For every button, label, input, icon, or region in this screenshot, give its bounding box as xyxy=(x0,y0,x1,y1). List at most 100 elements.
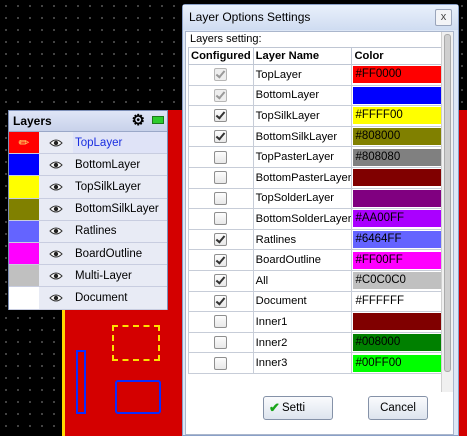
layers-panel: Layers ⚙ ✏ TopLayer BottomLayer TopSilkLaye… xyxy=(8,110,168,310)
configured-checkbox[interactable] xyxy=(214,171,228,185)
layer-item-label: Ratlines xyxy=(75,225,117,238)
eye-icon[interactable] xyxy=(39,132,73,153)
color-cell: #800000 xyxy=(351,166,448,189)
configured-checkbox[interactable] xyxy=(214,212,228,226)
configured-checkbox[interactable] xyxy=(214,274,228,288)
layers-table: Configured Layer Name Color TopLayer #FF0… xyxy=(188,47,448,374)
gear-icon[interactable]: ⚙ xyxy=(132,112,145,130)
cancel-button[interactable]: Cancel xyxy=(368,396,428,420)
layer-name-cell: TopSilkLayer xyxy=(252,105,353,127)
layer-color-swatch[interactable] xyxy=(9,154,39,176)
layer-color-swatch[interactable]: ✏ xyxy=(9,132,39,154)
configured-checkbox[interactable] xyxy=(214,109,228,123)
layer-color-swatch[interactable] xyxy=(9,198,39,220)
column-header-configured[interactable]: Configured xyxy=(188,47,254,65)
color-value[interactable]: #FFFFFF xyxy=(353,292,446,310)
color-value[interactable]: #808080 xyxy=(353,148,446,166)
layer-name-cell: BottomSolderLayer xyxy=(252,208,353,230)
color-value[interactable]: #008000 xyxy=(353,334,446,352)
eye-icon[interactable] xyxy=(39,243,73,264)
configured-cell xyxy=(188,105,254,127)
configured-checkbox[interactable] xyxy=(214,253,228,267)
trace[interactable] xyxy=(76,350,86,414)
layer-name-cell: BottomLayer xyxy=(252,84,353,107)
vertical-scrollbar[interactable] xyxy=(441,32,453,392)
configured-checkbox[interactable] xyxy=(214,336,228,350)
eye-icon[interactable] xyxy=(39,154,73,175)
layer-list: ✏ TopLayer BottomLayer TopSilkLayer BottomSi… xyxy=(9,132,167,310)
eye-icon[interactable] xyxy=(39,221,73,242)
dialog-body: Layers setting: Configured Layer Name Co… xyxy=(185,31,454,435)
color-value[interactable]: #800000 xyxy=(353,169,446,187)
layer-item[interactable]: BoardOutline xyxy=(9,242,167,266)
layer-item[interactable]: Document xyxy=(9,287,167,310)
color-value[interactable]: #800080 xyxy=(353,189,446,207)
pencil-icon: ✏ xyxy=(18,134,30,150)
layer-color-swatch[interactable] xyxy=(9,176,39,198)
layer-name-cell: TopSolderLayer xyxy=(252,187,353,210)
color-cell: #00FF00 xyxy=(351,352,448,374)
configured-cell xyxy=(188,187,254,210)
color-value[interactable]: #0000FF xyxy=(353,86,446,104)
configured-cell xyxy=(188,290,254,313)
layer-item-label: TopSilkLayer xyxy=(75,180,141,193)
eye-icon[interactable] xyxy=(39,287,73,308)
section-label: Layers setting: xyxy=(190,33,262,45)
layer-item[interactable]: BottomSilkLayer xyxy=(9,198,167,221)
minimize-icon[interactable] xyxy=(152,116,164,124)
configured-checkbox[interactable] xyxy=(214,191,228,205)
configured-cell xyxy=(188,64,254,86)
layer-item[interactable]: BottomLayer xyxy=(9,154,167,177)
layer-color-swatch[interactable] xyxy=(9,220,39,242)
settings-button[interactable]: ✔ Setti xyxy=(263,396,333,420)
color-cell: #0000FF xyxy=(351,84,448,107)
layer-color-swatch[interactable] xyxy=(9,265,39,287)
configured-checkbox[interactable] xyxy=(214,294,228,308)
color-cell: #FF0000 xyxy=(351,64,448,86)
layer-name-cell: Document xyxy=(252,290,353,313)
color-cell: #008000 xyxy=(351,331,448,354)
configured-checkbox[interactable] xyxy=(214,356,228,370)
scrollbar-thumb[interactable] xyxy=(444,34,451,372)
color-value[interactable]: #AA00FF xyxy=(353,210,446,228)
layer-color-swatch[interactable] xyxy=(9,287,39,309)
eye-icon[interactable] xyxy=(39,176,73,197)
eye-icon[interactable] xyxy=(39,199,73,220)
configured-checkbox[interactable] xyxy=(214,150,228,164)
configured-checkbox[interactable] xyxy=(214,130,228,144)
color-value[interactable]: #FF0000 xyxy=(353,66,446,84)
table-row: Ratlines #6464FF xyxy=(188,228,448,251)
color-cell: #808000 xyxy=(351,125,448,148)
settings-button-label: Setti xyxy=(282,402,306,414)
layer-item[interactable]: TopSilkLayer xyxy=(9,176,167,199)
checkmark-icon: ✔ xyxy=(269,400,280,415)
color-value[interactable]: #FFFF00 xyxy=(353,107,446,125)
table-row: TopSolderLayer #800080 xyxy=(188,187,448,210)
column-header-color[interactable]: Color xyxy=(351,47,448,65)
layer-color-swatch[interactable] xyxy=(9,242,39,265)
color-value[interactable]: #00FF00 xyxy=(353,354,446,372)
color-value[interactable]: #6464FF xyxy=(353,231,446,249)
table-row: BottomPasterLayer #800000 xyxy=(188,166,448,189)
color-value[interactable]: #808000 xyxy=(353,128,446,146)
color-value[interactable]: #FF00FF xyxy=(353,251,446,269)
layer-item[interactable]: ✏ TopLayer xyxy=(9,132,167,155)
column-header-layer-name[interactable]: Layer Name xyxy=(252,47,353,65)
layer-item[interactable]: Ratlines xyxy=(9,220,167,243)
configured-checkbox[interactable] xyxy=(214,233,228,247)
configured-cell xyxy=(188,125,254,148)
color-cell: #C0C0C0 xyxy=(351,269,448,292)
color-value[interactable]: #800000 xyxy=(353,313,446,331)
table-row: TopLayer #FF0000 xyxy=(188,64,448,86)
eye-icon[interactable] xyxy=(39,265,73,286)
color-cell: #FFFFFF xyxy=(351,290,448,313)
close-icon[interactable]: x xyxy=(435,9,452,26)
configured-checkbox[interactable] xyxy=(214,315,228,329)
configured-cell xyxy=(188,331,254,354)
dialog-titlebar[interactable]: Layer Options Settings x xyxy=(183,5,458,30)
color-cell: #800000 xyxy=(351,311,448,333)
color-value[interactable]: #C0C0C0 xyxy=(353,272,446,290)
table-row: BottomSilkLayer #808000 xyxy=(188,125,448,148)
pad-outline[interactable] xyxy=(115,380,161,414)
layer-item[interactable]: Multi-Layer xyxy=(9,265,167,288)
